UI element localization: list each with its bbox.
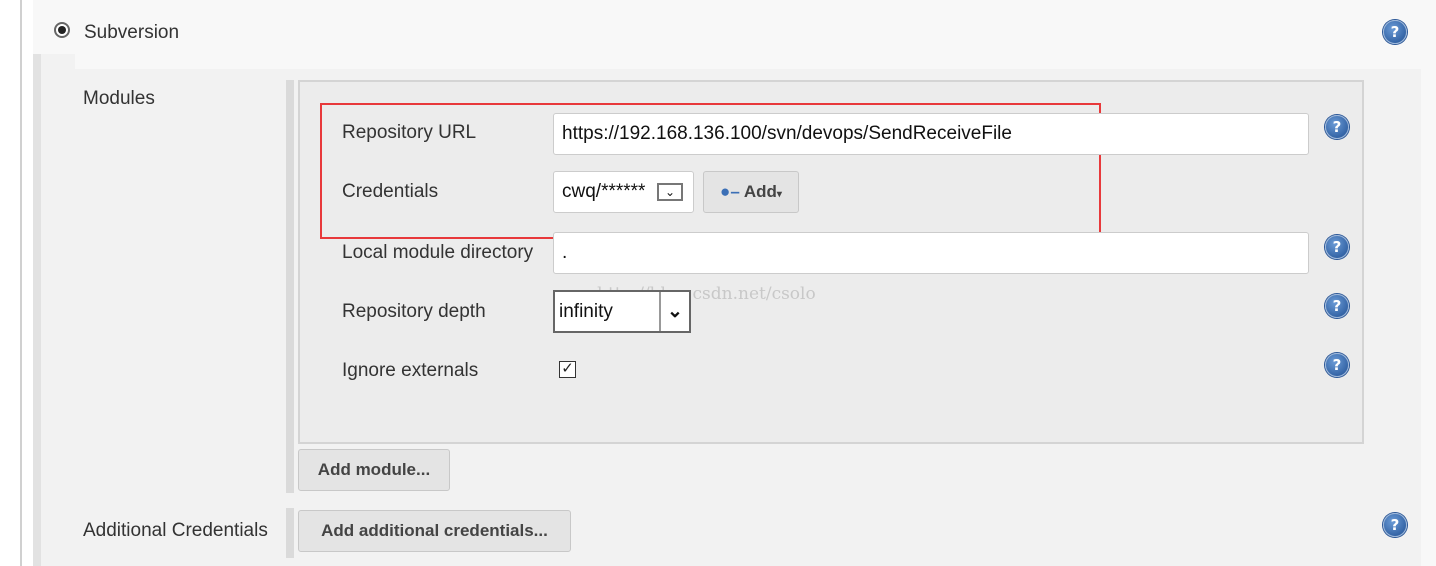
repository-depth-select[interactable]: infinity ⌄ xyxy=(553,290,691,333)
help-icon[interactable]: ? xyxy=(1325,294,1349,318)
subversion-radio[interactable] xyxy=(54,22,70,38)
subsection-top xyxy=(41,54,75,69)
modules-bar xyxy=(286,80,294,493)
section-bar xyxy=(33,54,41,566)
credentials-label: Credentials xyxy=(342,181,439,202)
help-icon[interactable]: ? xyxy=(1325,115,1349,139)
additional-credentials-label: Additional Credentials xyxy=(83,520,268,541)
ignore-externals-checkbox[interactable]: ✓ xyxy=(559,361,576,378)
help-icon[interactable]: ? xyxy=(1325,235,1349,259)
subversion-label: Subversion xyxy=(84,22,180,43)
repository-depth-label: Repository depth xyxy=(342,301,486,322)
additional-bar xyxy=(286,508,294,558)
help-icon[interactable]: ? xyxy=(1383,513,1407,537)
help-icon[interactable]: ? xyxy=(1325,353,1349,377)
local-module-directory-input[interactable] xyxy=(553,232,1309,274)
ignore-externals-label: Ignore externals xyxy=(342,360,479,381)
modules-label: Modules xyxy=(83,88,155,109)
add-module-button[interactable]: Add module... xyxy=(298,449,450,491)
repository-url-label: Repository URL xyxy=(342,122,477,143)
left-border xyxy=(20,0,22,566)
local-module-directory-label: Local module directory xyxy=(342,242,534,263)
credentials-select[interactable]: cwq/****** ⌄ xyxy=(553,171,694,213)
help-icon[interactable]: ? xyxy=(1383,20,1407,44)
key-icon: ●– xyxy=(720,182,740,201)
add-additional-credentials-button[interactable]: Add additional credentials... xyxy=(298,510,571,552)
chevron-down-icon: ⌄ xyxy=(659,292,689,331)
add-credentials-button[interactable]: ●– Add▾ xyxy=(703,171,799,213)
chevron-down-icon: ⌄ xyxy=(657,183,683,201)
repository-url-input[interactable] xyxy=(553,113,1309,155)
